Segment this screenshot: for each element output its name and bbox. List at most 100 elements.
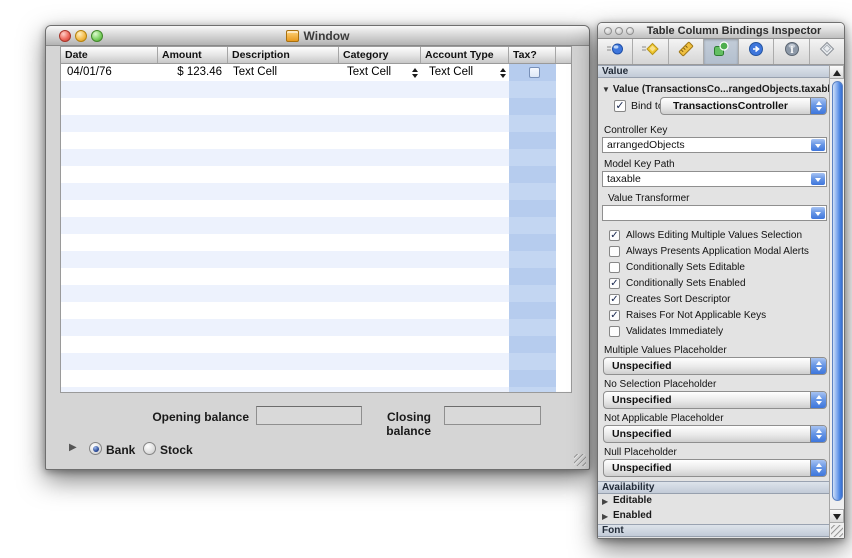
- disclosure-triangle-icon[interactable]: ▶: [69, 442, 77, 453]
- bind-to-popup[interactable]: TransactionsController: [660, 97, 827, 115]
- cell-date[interactable]: 04/01/76: [67, 66, 112, 78]
- inspector-content: Value ▼Value (TransactionsCo...rangedObj…: [598, 65, 831, 538]
- column-header-account-type[interactable]: Account Type: [421, 47, 509, 63]
- account-type-stepper-icon[interactable]: [499, 67, 507, 79]
- column-header-description[interactable]: Description: [228, 47, 339, 63]
- table-row[interactable]: [61, 234, 556, 251]
- column-header-category[interactable]: Category: [339, 47, 421, 63]
- table-row[interactable]: [61, 132, 556, 149]
- value-section-header[interactable]: Value: [598, 65, 831, 78]
- column-header-amount[interactable]: Amount: [158, 47, 228, 63]
- table-row[interactable]: [61, 115, 556, 132]
- table-row[interactable]: [61, 285, 556, 302]
- popup-arrows-icon: [810, 358, 826, 374]
- table-row[interactable]: [61, 183, 556, 200]
- option-checkbox[interactable]: ✓: [609, 230, 620, 241]
- inspector-zoom-button[interactable]: [626, 27, 634, 35]
- table-row[interactable]: [61, 81, 556, 98]
- scroll-down-arrow-icon[interactable]: [830, 509, 844, 523]
- bind-to-checkbox[interactable]: ✓: [614, 100, 626, 112]
- table-row[interactable]: [61, 149, 556, 166]
- effects-inspector-button[interactable]: [633, 39, 668, 64]
- titlebar[interactable]: Window: [46, 26, 589, 46]
- cell-description[interactable]: Text Cell: [233, 66, 277, 78]
- option-checkbox[interactable]: [609, 262, 620, 273]
- transactions-table[interactable]: DateAmountDescriptionCategoryAccount Typ…: [60, 46, 572, 393]
- table-row[interactable]: [61, 387, 556, 392]
- placeholder-popup[interactable]: Unspecified: [603, 425, 827, 443]
- info-inspector-button[interactable]: i: [774, 39, 809, 64]
- selected-column-highlight[interactable]: [509, 64, 556, 392]
- radio-bank-label[interactable]: Bank: [106, 443, 135, 457]
- radio-stock[interactable]: [143, 442, 156, 455]
- inspector-scrollbar[interactable]: [829, 65, 844, 538]
- table-row[interactable]: [61, 217, 556, 234]
- radio-stock-label[interactable]: Stock: [160, 443, 193, 457]
- table-row[interactable]: [61, 251, 556, 268]
- controller-key-combo[interactable]: arrangedObjects: [602, 137, 827, 153]
- cell-category[interactable]: Text Cell: [347, 66, 391, 78]
- placeholder-popup-value: Unspecified: [612, 428, 672, 440]
- table-row[interactable]: [61, 319, 556, 336]
- category-stepper-icon[interactable]: [411, 67, 419, 79]
- scroll-up-arrow-icon[interactable]: [830, 65, 844, 79]
- column-header-date[interactable]: Date: [61, 47, 158, 63]
- combo-dropdown-icon[interactable]: [811, 207, 825, 219]
- option-checkbox[interactable]: ✓: [609, 278, 620, 289]
- table-row[interactable]: [61, 98, 556, 115]
- inspector-titlebar[interactable]: Table Column Bindings Inspector: [598, 23, 844, 39]
- placeholder-label: No Selection Placeholder: [604, 379, 831, 390]
- window-icon: [286, 30, 299, 42]
- inspector-close-button[interactable]: [604, 27, 612, 35]
- binding-title-row[interactable]: ▼Value (TransactionsCo...rangedObjects.t…: [602, 84, 831, 95]
- table-row[interactable]: [61, 370, 556, 387]
- disclosure-label: Editable: [613, 495, 652, 506]
- option-row: ✓ Creates Sort Descriptor: [598, 293, 831, 309]
- inspector-resize-grip[interactable]: [831, 525, 843, 537]
- option-checkbox[interactable]: ✓: [609, 294, 620, 305]
- tax-checkbox[interactable]: [529, 67, 540, 78]
- resize-grip[interactable]: [574, 454, 586, 466]
- disclosure-row-editable[interactable]: ▶Editable: [598, 494, 831, 509]
- placeholder-popup[interactable]: Unspecified: [603, 391, 827, 409]
- applescript-inspector-button[interactable]: [810, 39, 844, 64]
- font-section-header[interactable]: Font: [598, 524, 831, 537]
- radio-bank[interactable]: [89, 442, 102, 455]
- placeholder-label: Not Applicable Placeholder: [604, 413, 831, 424]
- popup-arrows-icon: [810, 392, 826, 408]
- option-row: Validates Immediately: [598, 325, 831, 341]
- table-row[interactable]: [61, 302, 556, 319]
- table-body[interactable]: 04/01/76 $ 123.46 Text Cell Text Cell Te…: [61, 64, 571, 392]
- option-row: Conditionally Sets Editable: [598, 261, 831, 277]
- bindings-inspector-button[interactable]: [704, 39, 739, 64]
- table-row[interactable]: [61, 200, 556, 217]
- placeholder-popup[interactable]: Unspecified: [603, 459, 827, 477]
- table-row[interactable]: [61, 268, 556, 285]
- combo-dropdown-icon[interactable]: [811, 173, 825, 185]
- cell-account-type[interactable]: Text Cell: [429, 66, 473, 78]
- inspector-minimize-button[interactable]: [615, 27, 623, 35]
- placeholder-popup[interactable]: Unspecified: [603, 357, 827, 375]
- table-row[interactable]: [61, 353, 556, 370]
- table-row[interactable]: [61, 336, 556, 353]
- availability-section-header[interactable]: Availability: [598, 481, 831, 494]
- option-label: Conditionally Sets Editable: [626, 262, 745, 273]
- table-row[interactable]: [61, 166, 556, 183]
- option-checkbox[interactable]: [609, 246, 620, 257]
- table-row[interactable]: [61, 64, 556, 81]
- column-header-tax[interactable]: Tax?: [509, 47, 556, 63]
- disclosure-row-font[interactable]: ▶Font: [598, 537, 831, 538]
- value-transformer-combo[interactable]: [602, 205, 827, 221]
- disclosure-row-enabled[interactable]: ▶Enabled: [598, 509, 831, 524]
- attributes-inspector-button[interactable]: [598, 39, 633, 64]
- cell-amount[interactable]: $ 123.46: [158, 66, 222, 78]
- option-label: Creates Sort Descriptor: [626, 294, 730, 305]
- connections-inspector-button[interactable]: [739, 39, 774, 64]
- model-key-path-combo[interactable]: taxable: [602, 171, 827, 187]
- option-checkbox[interactable]: [609, 326, 620, 337]
- combo-dropdown-icon[interactable]: [811, 139, 825, 151]
- scrollbar-thumb[interactable]: [832, 81, 843, 501]
- closing-balance-field[interactable]: [444, 406, 541, 425]
- option-checkbox[interactable]: ✓: [609, 310, 620, 321]
- size-inspector-button[interactable]: [669, 39, 704, 64]
